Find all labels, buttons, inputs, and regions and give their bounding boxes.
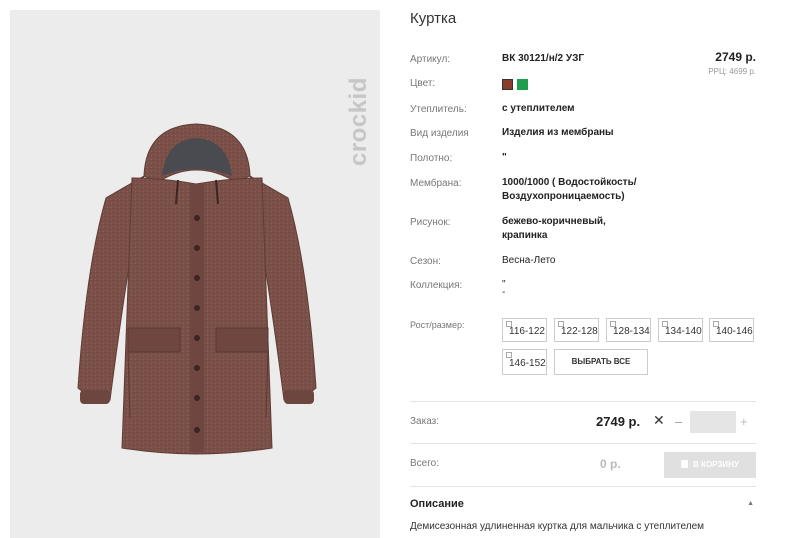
size-option[interactable]: 134-140 (658, 318, 703, 342)
membrane-value-line1: 1000/1000 ( Водостойкость/ (502, 177, 637, 188)
size-option[interactable]: 122-128 (554, 318, 599, 342)
article-value: ВК 30121/н/2 УЗГ (502, 53, 585, 64)
pattern-label: Рисунок: (410, 217, 451, 228)
product-type-value: Изделия из мембраны (502, 127, 614, 138)
season-value: Весна-Лето (502, 255, 556, 266)
product-rrp: РРЦ: 4699 р. (708, 67, 756, 76)
fabric-value: " (502, 152, 507, 163)
bag-icon (681, 460, 689, 468)
size-option-label: 116-122 (509, 326, 545, 337)
add-to-cart-button[interactable]: В КОРЗИНУ (664, 452, 756, 478)
total-value: 0 р. (600, 457, 621, 471)
divider (410, 401, 756, 402)
description-title[interactable]: Описание (410, 498, 464, 510)
product-price: 2749 р. (715, 50, 756, 64)
season-label: Сезон: (410, 256, 441, 267)
divider (410, 486, 756, 487)
clear-order-icon[interactable]: ✕ (653, 412, 665, 429)
fabric-label: Полотно: (410, 153, 453, 164)
color-label: Цвет: (410, 78, 436, 89)
order-price: 2749 р. (596, 414, 641, 429)
quantity-input[interactable] (690, 411, 736, 433)
add-to-cart-label: В КОРЗИНУ (693, 460, 739, 469)
description-text: Демисезонная удлиненная куртка для мальч… (410, 521, 705, 532)
size-option[interactable]: 140-146 (709, 318, 754, 342)
pattern-value-line2: крапинка (502, 230, 548, 241)
size-option[interactable]: 128-134 (606, 318, 651, 342)
select-all-sizes-button[interactable]: ВЫБРАТЬ ВСЕ (554, 349, 648, 375)
size-option[interactable]: 116-122 (502, 318, 547, 342)
quantity-decrease-button[interactable]: – (675, 414, 682, 429)
collapse-arrow-icon[interactable]: ▲ (747, 500, 754, 507)
size-option-label: 128-134 (613, 326, 650, 337)
size-option-label: 122-128 (561, 326, 598, 337)
membrane-label: Мембрана: (410, 178, 462, 189)
quantity-increase-button[interactable]: + (740, 414, 748, 429)
size-option-label: 146-152 (509, 358, 546, 369)
collection-value-line2: - (502, 287, 506, 298)
color-swatch-brown[interactable] (502, 79, 513, 90)
product-image-panel[interactable]: crockid (10, 10, 380, 538)
brand-logo: crockid (345, 36, 372, 166)
product-title: Куртка (410, 10, 457, 27)
pattern-value-line1: бежево-коричневый, (502, 216, 606, 227)
product-type-label: Вид изделия (410, 128, 469, 139)
product-photo-jacket (77, 123, 317, 455)
insulation-value: с утеплителем (502, 103, 575, 114)
membrane-value-line2: Воздухопроницаемость) (502, 191, 625, 202)
collection-label: Коллекция: (410, 280, 463, 291)
divider (410, 443, 756, 444)
size-option-label: 140-146 (716, 326, 753, 337)
size-option-label: 134-140 (665, 326, 702, 337)
color-swatch-green[interactable] (517, 79, 528, 90)
size-label: Рост/размер: (410, 320, 465, 330)
total-label: Всего: (410, 458, 439, 469)
size-option[interactable]: 146-152 (502, 349, 547, 375)
insulation-label: Утеплитель: (410, 104, 467, 115)
brand-logo-text: crockid (345, 77, 372, 166)
article-label: Артикул: (410, 54, 451, 65)
order-label: Заказ: (410, 416, 440, 427)
